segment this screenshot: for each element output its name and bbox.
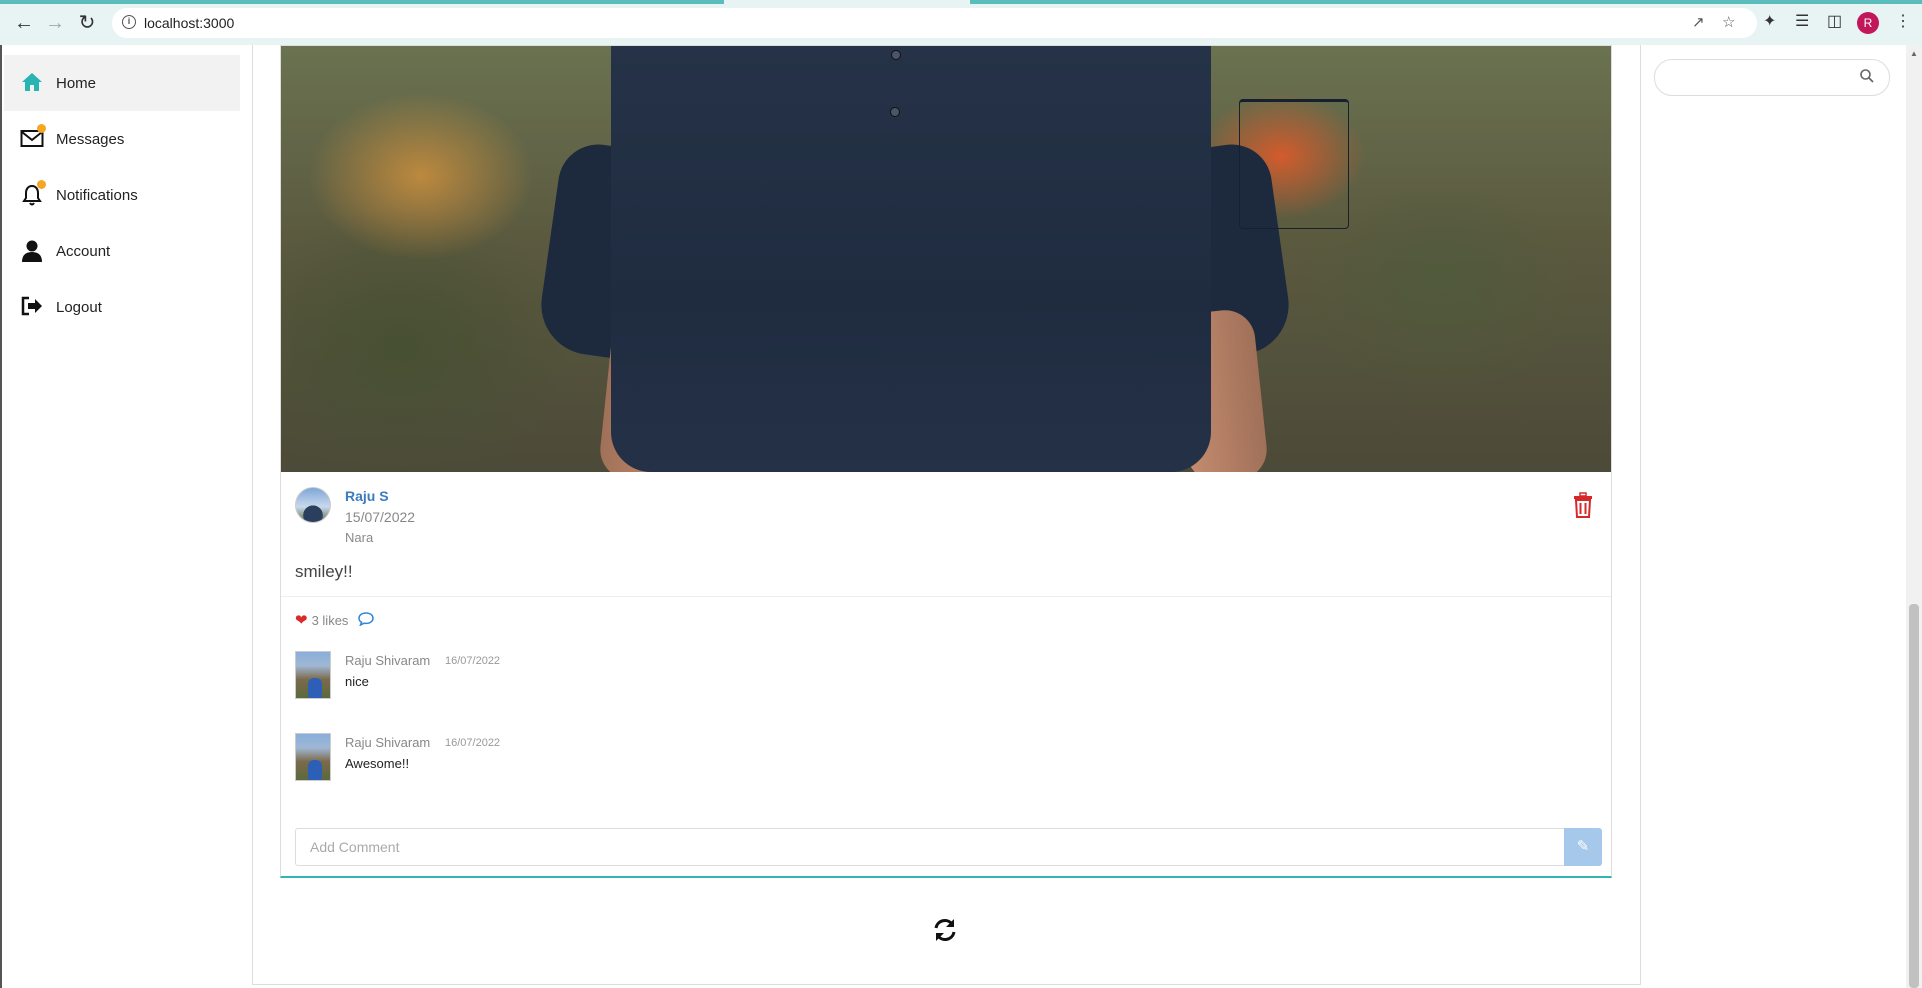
comment-item: Raju Shivaram 16/07/2022 nice bbox=[295, 651, 1295, 699]
user-icon bbox=[20, 239, 44, 263]
search-input[interactable] bbox=[1654, 59, 1890, 96]
post-author-name[interactable]: Raju S bbox=[345, 488, 389, 504]
notifications-badge bbox=[37, 180, 46, 189]
reload-icon[interactable]: ↻ bbox=[76, 12, 98, 34]
sidebar-item-home[interactable]: Home bbox=[4, 55, 240, 111]
post-reactions: ❤ 3 likes bbox=[295, 611, 375, 629]
chrome-menu-icon[interactable]: ⋮ bbox=[1895, 13, 1911, 31]
feed-border bbox=[1640, 45, 1641, 985]
extensions-puzzle-icon[interactable]: ✦ bbox=[1763, 13, 1776, 31]
divider bbox=[281, 596, 1611, 597]
refresh-icon[interactable] bbox=[932, 917, 958, 943]
edit-icon: ✎ bbox=[1576, 838, 1590, 855]
trash-icon[interactable] bbox=[1572, 492, 1594, 518]
post-card: Raju S 15/07/2022 Nara smiley!! ❤ 3 like… bbox=[280, 45, 1612, 878]
commenter-avatar[interactable] bbox=[295, 733, 331, 781]
post-caption: smiley!! bbox=[295, 562, 353, 581]
sidebar-item-label: Logout bbox=[56, 298, 102, 316]
forward-icon[interactable]: → bbox=[44, 12, 66, 34]
heart-icon[interactable]: ❤ bbox=[295, 611, 308, 629]
site-info-icon[interactable]: i bbox=[122, 15, 136, 29]
photo-shirt-button bbox=[891, 50, 901, 60]
sidebar-item-label: Notifications bbox=[56, 186, 138, 204]
comment-text: Awesome!! bbox=[345, 756, 410, 771]
post-location: Nara bbox=[345, 530, 374, 545]
feed-border bbox=[252, 984, 1641, 985]
back-icon[interactable]: ← bbox=[13, 12, 35, 34]
add-comment-input[interactable] bbox=[295, 828, 1565, 866]
author-avatar[interactable] bbox=[295, 487, 331, 523]
commenter-avatar[interactable] bbox=[295, 651, 331, 699]
sidebar-item-label: Account bbox=[56, 242, 111, 260]
side-panel-icon[interactable]: ◫ bbox=[1827, 13, 1842, 31]
comment-author[interactable]: Raju Shivaram bbox=[345, 653, 430, 668]
bookmark-star-icon[interactable]: ☆ bbox=[1722, 15, 1735, 31]
submit-comment-button[interactable]: ✎ bbox=[1564, 828, 1602, 866]
tab-strip-gap bbox=[724, 0, 970, 4]
comment-author[interactable]: Raju Shivaram bbox=[345, 735, 430, 750]
messages-badge bbox=[37, 124, 46, 133]
photo-shirt-button bbox=[890, 107, 900, 117]
sidebar-item-account[interactable]: Account bbox=[4, 223, 240, 279]
post-photo[interactable] bbox=[281, 46, 1611, 472]
scroll-up-arrow-icon[interactable]: ▲ bbox=[1910, 49, 1918, 58]
home-icon bbox=[20, 71, 44, 95]
sidebar-item-logout[interactable]: Logout bbox=[4, 279, 240, 335]
address-bar[interactable]: i localhost:3000 ↗ ☆ bbox=[112, 8, 1757, 38]
likes-count: 3 likes bbox=[311, 612, 349, 628]
feed-border bbox=[252, 45, 253, 985]
photo-pocket bbox=[1239, 99, 1349, 229]
address-url[interactable]: localhost:3000 bbox=[144, 15, 234, 31]
sign-out-icon bbox=[20, 295, 44, 319]
sidebar-item-label: Messages bbox=[56, 130, 125, 148]
comment-item: Raju Shivaram 16/07/2022 Awesome!! bbox=[295, 733, 1295, 781]
media-queue-icon[interactable]: ☰ bbox=[1795, 13, 1809, 31]
bell-icon bbox=[20, 180, 46, 207]
left-sidebar: Home Messages Notifications Account Logo… bbox=[0, 45, 244, 988]
post-date: 15/07/2022 bbox=[345, 509, 416, 525]
sidebar-item-messages[interactable]: Messages bbox=[4, 111, 240, 167]
sidebar-item-label: Home bbox=[56, 74, 97, 92]
profile-avatar[interactable]: R bbox=[1857, 12, 1879, 34]
envelope-icon bbox=[20, 124, 46, 151]
share-icon[interactable]: ↗ bbox=[1692, 15, 1705, 31]
scrollbar-thumb[interactable] bbox=[1909, 604, 1919, 988]
photo-shirt bbox=[611, 46, 1211, 472]
comment-date: 16/07/2022 bbox=[445, 737, 501, 749]
comment-bubble-icon[interactable] bbox=[358, 611, 375, 629]
search-icon[interactable] bbox=[1859, 68, 1875, 84]
comment-date: 16/07/2022 bbox=[445, 655, 501, 667]
sidebar-item-notifications[interactable]: Notifications bbox=[4, 167, 240, 223]
comment-text: nice bbox=[345, 674, 369, 689]
